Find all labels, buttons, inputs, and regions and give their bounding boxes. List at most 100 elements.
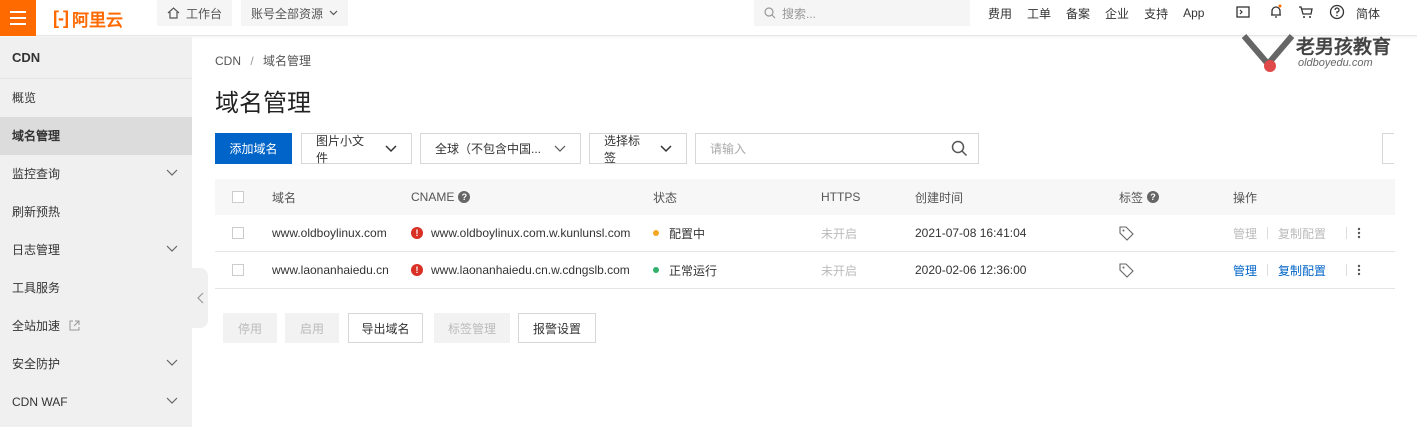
link-ticket[interactable]: 工单 <box>1027 5 1051 22</box>
help-icon[interactable]: ? <box>1147 191 1160 203</box>
row-https: 未开启 <box>821 226 858 241</box>
region-select[interactable]: 全球（不包含中国... <box>420 133 581 164</box>
sidebar-item-label: CDN WAF <box>12 395 68 409</box>
tag-manage-button[interactable]: 标签管理 <box>434 313 510 343</box>
checkbox[interactable] <box>232 227 244 239</box>
tag-icon[interactable] <box>1119 215 1134 251</box>
divider <box>1346 227 1348 239</box>
link-support[interactable]: 支持 <box>1144 5 1168 22</box>
divider <box>1267 227 1269 239</box>
breadcrumb-root[interactable]: CDN <box>215 54 241 68</box>
sidebar-item-logs[interactable]: 日志管理 <box>0 231 192 269</box>
type-select-value: 图片小文件 <box>316 133 365 165</box>
sidebar-item-tools[interactable]: 工具服务 <box>0 269 192 307</box>
sidebar-item-dcdn[interactable]: 全站加速 <box>0 307 192 345</box>
more-options-icon[interactable] <box>1357 227 1361 239</box>
search-placeholder: 请输入 <box>710 142 747 156</box>
chevron-down-icon <box>329 10 338 16</box>
sidebar-item-label: 工具服务 <box>12 281 61 295</box>
workbench-button[interactable]: 工作台 <box>157 0 233 26</box>
sidebar-item-label: 监控查询 <box>12 167 61 181</box>
row-status-label: 配置中 <box>669 226 706 241</box>
bell-icon[interactable] <box>1268 4 1284 20</box>
row-checkbox[interactable] <box>232 252 244 288</box>
sidebar-item-label: 日志管理 <box>12 243 61 257</box>
language-switch[interactable]: 简体 <box>1356 5 1380 22</box>
sidebar-item-label: 域名管理 <box>12 129 61 143</box>
status-dot-icon <box>653 267 659 273</box>
warning-icon[interactable]: ! <box>411 264 423 276</box>
sidebar-item-label: 刷新预热 <box>12 205 61 219</box>
menu-icon[interactable] <box>0 0 36 36</box>
link-enterprise[interactable]: 企业 <box>1105 5 1129 22</box>
copy-config-link[interactable]: 复制配置 <box>1278 262 1326 279</box>
tag-select[interactable]: 选择标签 <box>589 133 687 165</box>
chevron-down-icon <box>660 144 672 152</box>
cart-icon[interactable] <box>1298 4 1314 20</box>
chevron-down-icon <box>166 397 178 404</box>
header-tags: 标签 ? <box>1119 179 1160 215</box>
main-content: CDN / 域名管理 域名管理 添加域名 图片小文件 全球（不包含中国... 选… <box>192 37 1417 427</box>
tag-icon[interactable] <box>1119 252 1134 288</box>
logo-mark: [-] <box>53 7 69 28</box>
breadcrumb: CDN / 域名管理 <box>215 52 311 69</box>
domain-search-input[interactable]: 请输入 <box>695 133 979 164</box>
enable-button[interactable]: 启用 <box>285 313 339 343</box>
sidebar-title: CDN <box>0 37 192 79</box>
row-status-label: 正常运行 <box>669 263 718 278</box>
top-links: 费用 工单 备案 企业 支持 App <box>988 0 1219 26</box>
breadcrumb-separator: / <box>250 54 254 68</box>
checkbox[interactable] <box>232 264 244 276</box>
chevron-down-icon <box>385 144 397 152</box>
tag-icon[interactable] <box>1119 262 1134 278</box>
add-domain-button[interactable]: 添加域名 <box>215 133 292 164</box>
help-icon[interactable]: ? <box>458 191 471 203</box>
link-app[interactable]: App <box>1183 6 1204 20</box>
more-options-icon[interactable] <box>1357 264 1361 276</box>
global-search-input[interactable]: 搜索... <box>754 0 970 26</box>
help-icon[interactable] <box>1329 4 1345 20</box>
settings-button[interactable] <box>1382 133 1394 164</box>
type-select[interactable]: 图片小文件 <box>301 133 412 165</box>
resources-dropdown[interactable]: 账号全部资源 <box>241 0 349 26</box>
row-actions: 管理 复制配置 <box>1233 252 1361 288</box>
row-checkbox[interactable] <box>232 215 244 251</box>
select-all-checkbox[interactable] <box>232 179 244 215</box>
sidebar-item-security[interactable]: 安全防护 <box>0 345 192 383</box>
sidebar-item-refresh[interactable]: 刷新预热 <box>0 193 192 231</box>
sidebar-item-cdn-waf[interactable]: CDN WAF <box>0 383 192 421</box>
warning-icon[interactable]: ! <box>411 227 423 239</box>
row-domain: www.oldboylinux.com <box>272 226 387 240</box>
header-domain: 域名 <box>272 190 297 205</box>
aliyun-logo[interactable]: [-] 阿里云 <box>53 6 123 30</box>
top-navbar: [-] 阿里云 工作台 账号全部资源 搜索... 费用 工单 备案 企业 支持 … <box>0 0 1417 36</box>
sidebar-item-overview[interactable]: 概览 <box>0 79 192 117</box>
checkbox[interactable] <box>232 191 244 203</box>
header-cname: CNAME ? <box>411 179 471 215</box>
external-link-icon <box>69 320 80 331</box>
link-fees[interactable]: 费用 <box>988 5 1012 22</box>
row-created: 2020-02-06 12:36:00 <box>915 263 1027 277</box>
row-status: 正常运行 <box>653 252 717 288</box>
workbench-label: 工作台 <box>186 6 223 21</box>
terminal-icon[interactable] <box>1235 4 1251 20</box>
tag-icon[interactable] <box>1119 225 1134 241</box>
export-domains-button[interactable]: 导出域名 <box>348 313 423 343</box>
sidebar-item-domain-management[interactable]: 域名管理 <box>0 117 192 155</box>
search-icon <box>764 7 776 19</box>
row-created: 2021-07-08 16:41:04 <box>915 226 1027 240</box>
search-icon[interactable] <box>951 140 968 157</box>
header-created: 创建时间 <box>915 190 964 205</box>
copy-config-link[interactable]: 复制配置 <box>1278 225 1326 242</box>
row-domain: www.laonanhaiedu.cn <box>272 263 389 277</box>
alarm-settings-button[interactable]: 报警设置 <box>518 313 596 343</box>
stop-button[interactable]: 停用 <box>223 313 277 343</box>
header-tags-label: 标签 <box>1119 190 1144 205</box>
manage-link[interactable]: 管理 <box>1233 262 1257 279</box>
sidebar-item-monitoring[interactable]: 监控查询 <box>0 155 192 193</box>
row-actions: 管理 复制配置 <box>1233 215 1361 251</box>
manage-link[interactable]: 管理 <box>1233 225 1257 242</box>
link-icp[interactable]: 备案 <box>1066 5 1090 22</box>
header-status: 状态 <box>653 190 678 205</box>
sidebar-item-label: 安全防护 <box>12 357 61 371</box>
